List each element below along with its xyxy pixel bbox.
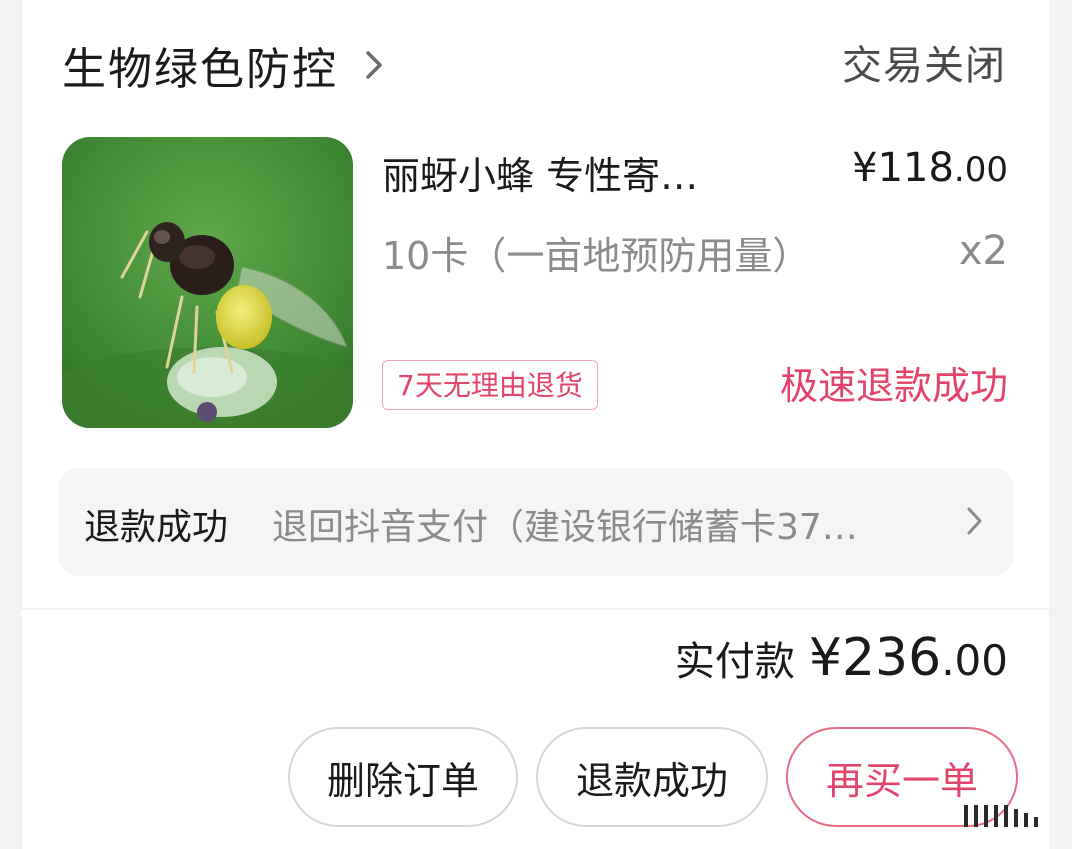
wasp-photo-icon [62,137,353,428]
product-quantity: x2 [958,228,1008,274]
total-amount: ¥236.00 [809,628,1008,688]
refund-success-button[interactable]: 退款成功 [536,727,768,827]
price-main: ¥118 [852,145,954,191]
total-amount-cents: .00 [941,636,1008,685]
product-image[interactable] [62,137,353,428]
chevron-right-icon [967,507,982,535]
section-divider [22,608,1049,610]
total-label: 实付款 [674,639,795,685]
watermark-icon [964,805,1038,827]
fast-refund-status[interactable]: 极速退款成功 [780,360,1008,412]
shop-link[interactable]: 生物绿色防控 [62,30,388,100]
product-price: ¥118.00 [852,145,1008,191]
return-policy-badge: 7天无理由退货 [382,360,598,410]
product-spec: 10卡（一亩地预防用量） [382,234,811,278]
delete-order-button[interactable]: 删除订单 [288,727,518,827]
total-amount-main: ¥236 [808,628,942,688]
product-title[interactable]: 丽蚜小蜂 专性寄… [382,145,782,200]
price-cents: .00 [953,150,1008,190]
refund-info-row[interactable]: 退款成功 退回抖音支付（建设银行储蓄卡37… [58,468,1014,576]
order-status: 交易关闭 [842,43,1006,89]
chevron-right-icon [366,51,382,79]
order-card-top [22,0,1049,30]
refund-label: 退款成功 [84,507,229,548]
total-paid: 实付款 ¥236.00 [675,628,1008,688]
refund-description: 退回抖音支付（建设银行储蓄卡37… [272,507,858,548]
shop-name: 生物绿色防控 [62,44,338,95]
